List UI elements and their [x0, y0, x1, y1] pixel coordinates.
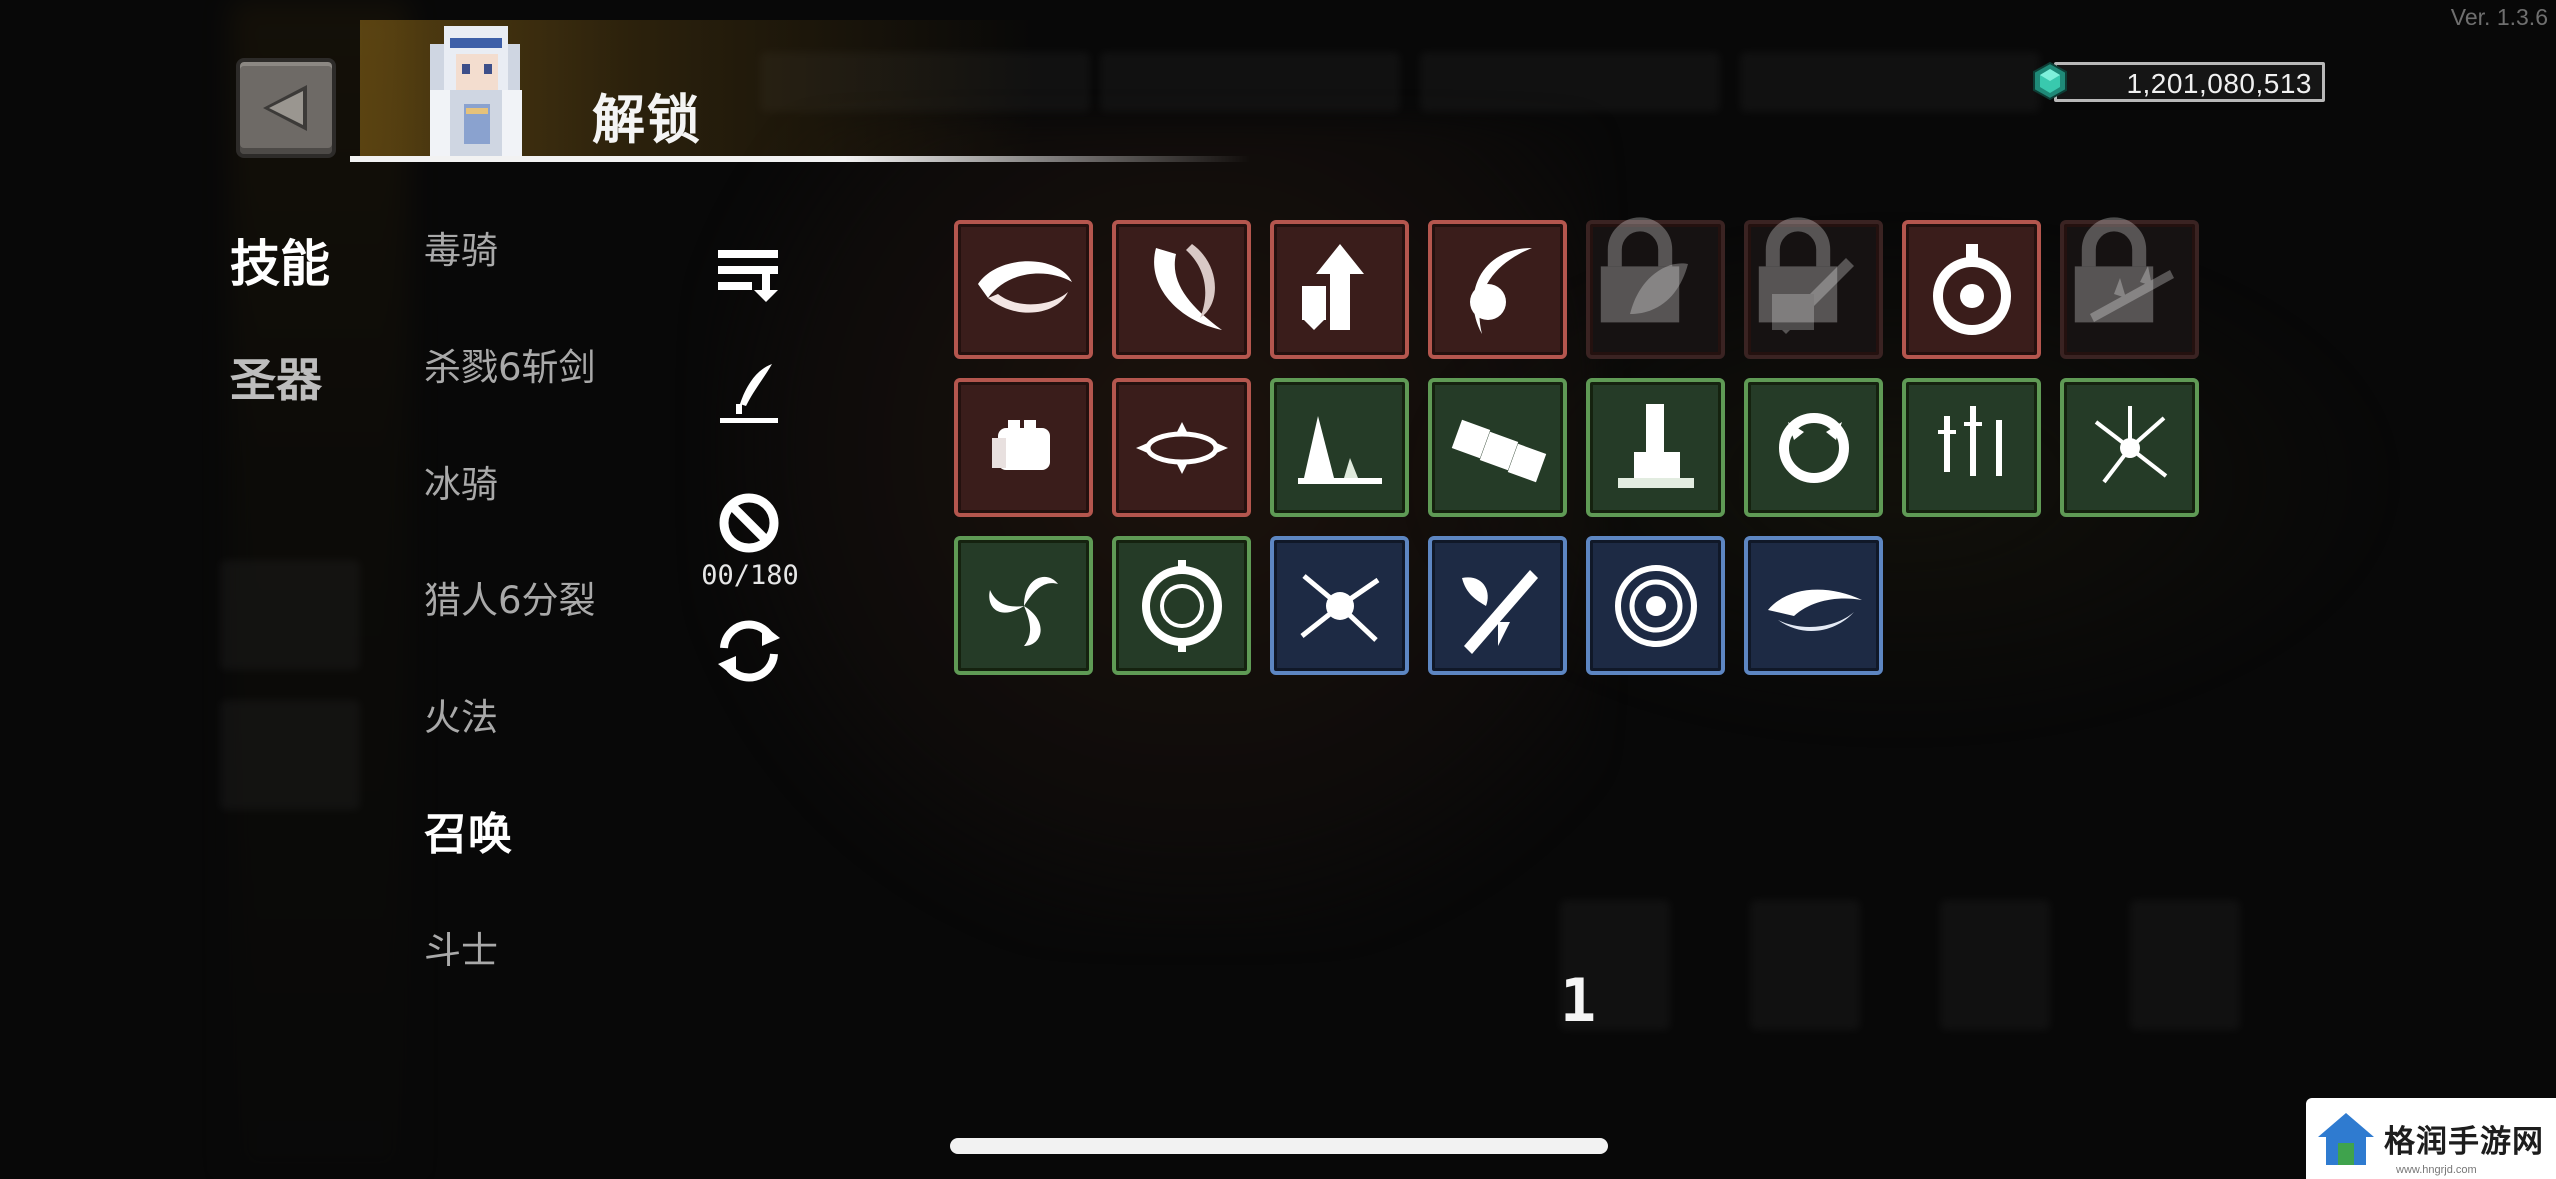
ground-spike-icon	[1297, 415, 1382, 484]
target-orb-icon	[1932, 243, 2011, 335]
home-indicator[interactable]	[950, 1138, 1608, 1154]
dice-chain-icon	[1451, 419, 1546, 482]
arrow-shield-icon	[1301, 243, 1364, 330]
triangle-left-icon	[263, 85, 307, 131]
triskelion-icon	[988, 576, 1058, 646]
skill-slot[interactable]	[1270, 220, 1409, 359]
character-avatar	[430, 26, 522, 159]
build-item-summon[interactable]: 召唤	[424, 798, 512, 862]
build-item-poison-knight[interactable]: 毒骑	[424, 220, 498, 274]
skill-slot[interactable]	[2060, 378, 2199, 517]
shatter-icon	[2094, 405, 2167, 483]
skill-slot[interactable]	[1112, 220, 1251, 359]
burst-ring-icon	[1135, 421, 1228, 474]
page-title: 解锁	[592, 90, 702, 151]
skill-slot[interactable]	[1586, 536, 1725, 675]
skill-slot[interactable]	[1744, 217, 1883, 359]
reset-button[interactable]	[712, 618, 786, 684]
wave-slash-icon	[1767, 589, 1862, 631]
skill-slot[interactable]	[954, 220, 1093, 359]
skill-slot[interactable]	[1902, 378, 2041, 517]
lock-icon	[1600, 217, 1680, 323]
house-logo-icon	[2318, 1112, 2374, 1165]
version-label: Ver. 1.3.6	[2450, 4, 2548, 30]
build-item-ice-knight[interactable]: 冰骑	[424, 454, 498, 508]
currency-display: 1,201,080,513	[2030, 60, 2325, 102]
crescent-slash-icon	[977, 260, 1072, 313]
back-button[interactable]	[236, 58, 336, 158]
edit-button[interactable]	[716, 360, 782, 426]
skill-slot[interactable]	[1270, 378, 1409, 517]
quill-pen-icon	[720, 364, 778, 423]
build-item-fire-mage[interactable]: 火法	[424, 687, 498, 741]
gem-icon	[2033, 61, 2067, 101]
skill-slot[interactable]	[954, 378, 1093, 517]
build-item-fighter[interactable]: 斗士	[424, 920, 498, 974]
skill-slot[interactable]	[1112, 536, 1251, 675]
skill-slot[interactable]	[1270, 536, 1409, 675]
refresh-icon	[718, 620, 780, 682]
dagger-rain-icon	[1937, 405, 2002, 476]
totem-icon	[1617, 403, 1694, 488]
ban-count: 00/180	[701, 560, 799, 591]
spider-burst-icon	[1299, 573, 1379, 642]
build-item-hunter-split[interactable]: 猎人6分裂	[424, 570, 596, 624]
skill-slot[interactable]	[1586, 217, 1725, 359]
skill-slot[interactable]	[1902, 220, 2041, 359]
skill-slot[interactable]	[1112, 378, 1251, 517]
ban-button[interactable]	[718, 492, 780, 554]
fist-icon	[991, 419, 1050, 470]
tab-relics[interactable]: 圣器	[230, 344, 322, 410]
skill-slot[interactable]	[1428, 536, 1567, 675]
watermark-url: www.hngrjd.com	[2396, 1164, 2477, 1176]
ban-icon	[719, 493, 779, 553]
tab-skills[interactable]: 技能	[230, 224, 330, 296]
lock-icon	[1758, 217, 1838, 323]
page-number: 1	[1560, 966, 1597, 1036]
skill-slot[interactable]	[1586, 378, 1725, 517]
vortex-icon	[1614, 564, 1697, 647]
skill-slot[interactable]	[2060, 217, 2199, 359]
skill-slot[interactable]	[954, 536, 1093, 675]
header-divider	[350, 156, 1250, 162]
skill-slot[interactable]	[1744, 378, 1883, 517]
skill-slot[interactable]	[1428, 378, 1567, 517]
watermark-text: 格润手游网	[2384, 1124, 2544, 1160]
sort-descending-icon	[718, 250, 778, 302]
watermark: 格润手游网 www.hngrjd.com	[2306, 1098, 2556, 1179]
rune-ring-icon	[1141, 559, 1222, 652]
sort-button[interactable]	[714, 244, 784, 304]
crescent-moon-icon	[1469, 247, 1532, 334]
swirl-blade-icon	[1153, 243, 1222, 330]
axe-sword-icon	[1461, 569, 1538, 654]
skill-slot[interactable]	[1744, 536, 1883, 675]
claw-orb-icon	[1778, 412, 1849, 483]
build-item-slaughter-sword[interactable]: 杀戮6斩剑	[424, 337, 596, 391]
skill-slot[interactable]	[1428, 220, 1567, 359]
currency-amount: 1,201,080,513	[2126, 68, 2312, 99]
lock-icon	[2074, 217, 2154, 323]
